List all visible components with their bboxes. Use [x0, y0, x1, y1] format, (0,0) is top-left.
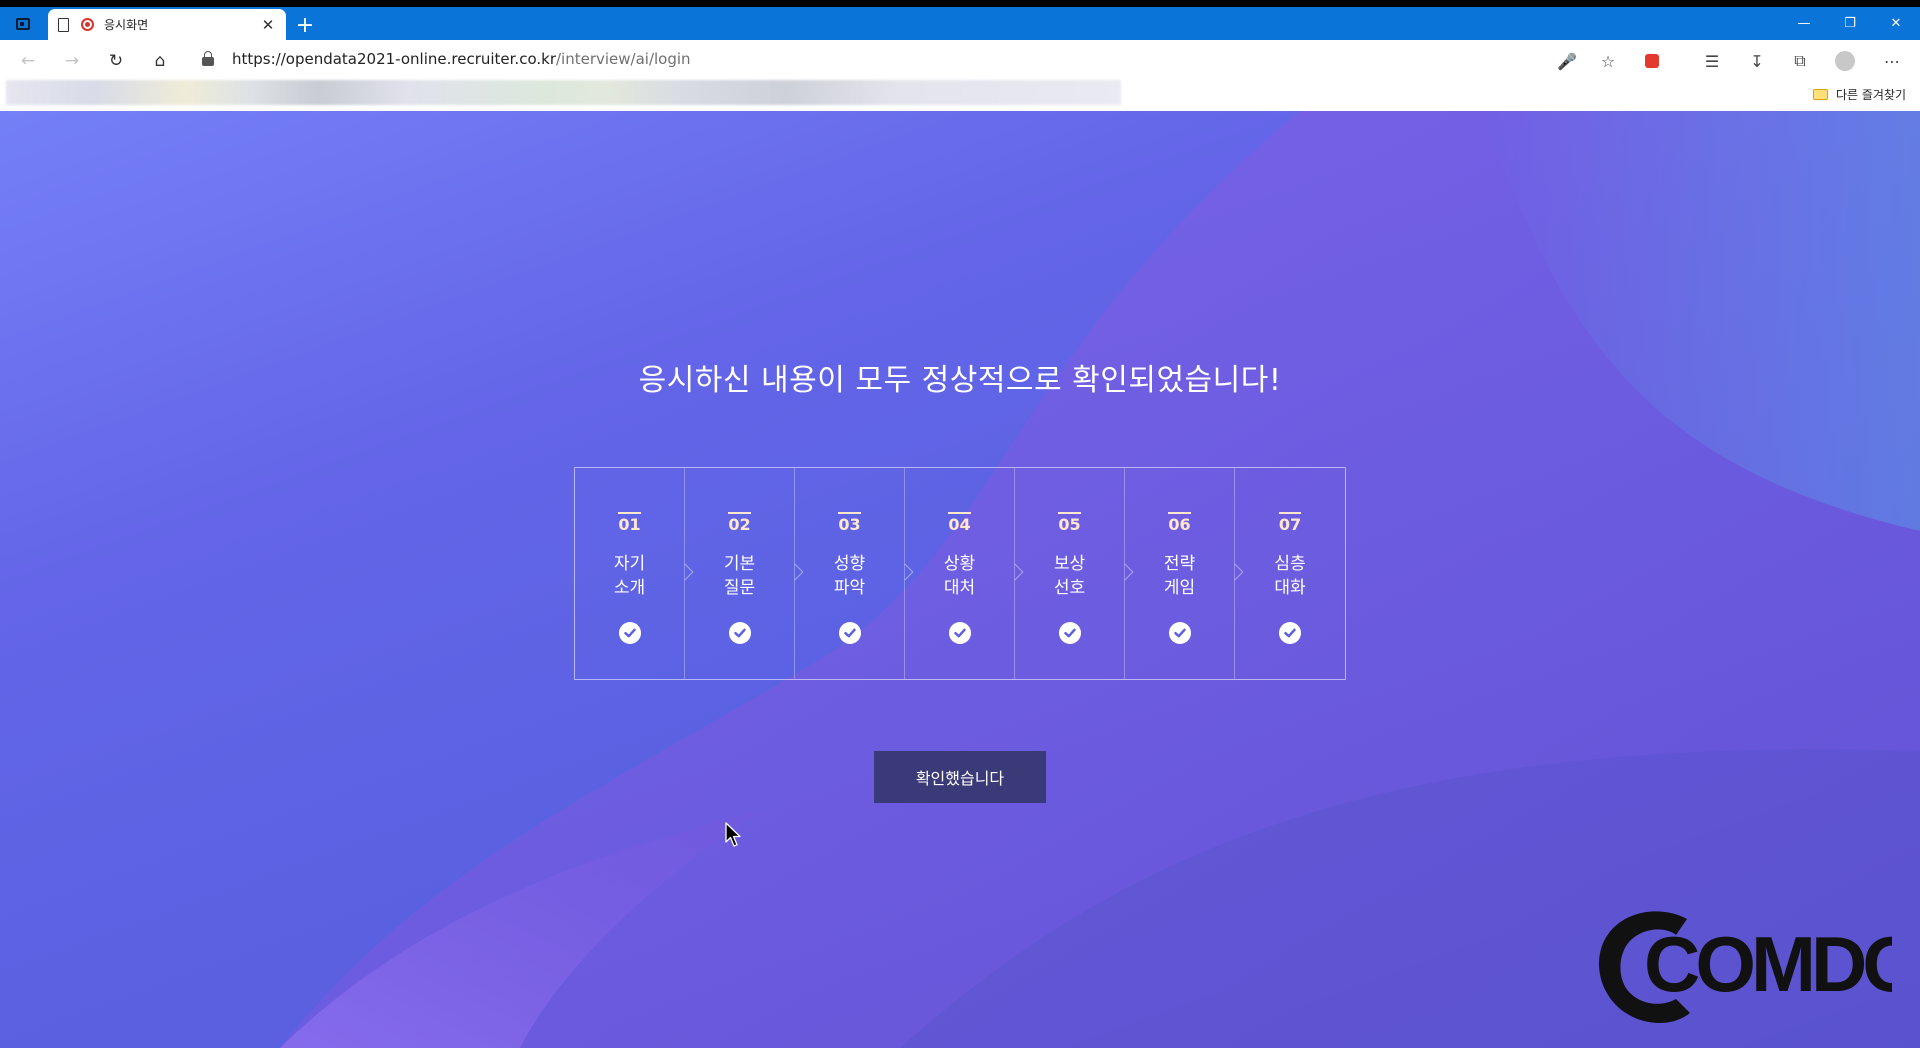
collections-icon[interactable]: ⧉: [1788, 49, 1812, 73]
check-icon: [1279, 622, 1301, 644]
close-window-icon[interactable]: ✕: [1873, 7, 1919, 40]
minimize-icon[interactable]: —: [1781, 7, 1827, 40]
recording-icon: [81, 18, 94, 31]
refresh-icon[interactable]: ↻: [104, 49, 128, 73]
forward-icon[interactable]: →: [60, 49, 84, 73]
comdori-watermark-logo: COMDORI: [1598, 911, 1892, 1024]
check-icon: [948, 622, 971, 644]
page-content: 응시하신 내용이 모두 정상적으로 확인되었습니다! 01 자기 소개 02 기…: [0, 111, 1920, 1048]
tab-bar: 응시화면 ✕ +: [0, 7, 1920, 40]
top-strip: [0, 0, 1920, 7]
step-item: 07 심층 대화: [1235, 468, 1345, 679]
step-number: 04: [948, 512, 971, 534]
restore-icon[interactable]: ❐: [1827, 7, 1873, 40]
step-item: 03 성향 파악: [795, 468, 914, 679]
active-tab[interactable]: 응시화면 ✕: [48, 9, 286, 40]
step-label: 기본 질문: [723, 554, 756, 598]
check-icon: [618, 622, 641, 644]
url-field[interactable]: https://opendata2021-online.recruiter.co…: [232, 50, 691, 68]
step-item: 01 자기 소개: [575, 468, 694, 679]
step-label: 상황 대처: [943, 554, 976, 598]
back-icon[interactable]: ←: [16, 49, 40, 73]
step-label: 심층 대화: [1274, 554, 1306, 598]
downloads-icon[interactable]: ↧: [1745, 49, 1769, 73]
page-title: 응시하신 내용이 모두 정상적으로 확인되었습니다!: [638, 363, 1282, 398]
blurred-favorites: [6, 80, 1121, 105]
step-item: 04 상황 대처: [905, 468, 1024, 679]
check-icon: [728, 622, 751, 644]
tab-actions-icon[interactable]: [10, 13, 36, 35]
mouse-cursor-icon: [725, 822, 741, 847]
step-label: 자기 소개: [613, 554, 646, 598]
favorites-icon[interactable]: ☰: [1700, 49, 1724, 73]
url-path: /interview/ai/login: [555, 50, 691, 68]
step-item: 02 기본 질문: [685, 468, 804, 679]
home-icon[interactable]: ⌂: [148, 49, 172, 73]
step-label: 성향 파악: [833, 554, 866, 598]
profile-avatar[interactable]: [1833, 49, 1857, 73]
confirm-button[interactable]: 확인했습니다: [874, 751, 1046, 803]
step-number: 02: [728, 512, 751, 534]
check-icon: [838, 622, 861, 644]
check-icon: [1168, 622, 1191, 644]
microphone-icon[interactable]: 🎤: [1555, 49, 1579, 73]
page-icon: [58, 17, 69, 32]
other-favorites-folder[interactable]: 다른 즐겨찾기: [1812, 86, 1906, 103]
other-favorites-label: 다른 즐겨찾기: [1835, 88, 1906, 102]
extension-icon[interactable]: [1640, 49, 1664, 73]
folder-icon: [1812, 89, 1828, 100]
step-label: 전략 게임: [1163, 554, 1196, 598]
watermark-text: COMDORI: [1644, 920, 1892, 1008]
step-item: 05 보상 선호: [1015, 468, 1134, 679]
check-icon: [1058, 622, 1081, 644]
close-tab-icon[interactable]: ✕: [260, 16, 276, 34]
step-number: 03: [838, 512, 861, 534]
new-tab-icon[interactable]: +: [294, 15, 316, 38]
url-host: https://opendata2021-online.recruiter.co…: [232, 50, 556, 68]
favorites-bar: 다른 즐겨찾기: [0, 80, 1920, 111]
step-number: 05: [1058, 512, 1081, 534]
step-number: 07: [1278, 512, 1302, 534]
steps-panel: 01 자기 소개 02 기본 질문 03 성향 파악 04 상황 대처 05 보…: [574, 467, 1346, 680]
lock-icon[interactable]: [202, 51, 214, 67]
add-favorite-icon[interactable]: ☆: [1596, 49, 1620, 73]
tab-title: 응시화면: [104, 18, 149, 32]
step-item: 06 전략 게임: [1125, 468, 1244, 679]
step-number: 01: [618, 512, 641, 534]
step-number: 06: [1168, 512, 1191, 534]
step-label: 보상 선호: [1053, 554, 1086, 598]
more-menu-icon[interactable]: ⋯: [1880, 49, 1904, 73]
address-bar: ← → ↻ ⌂ https://opendata2021-online.recr…: [0, 40, 1920, 80]
